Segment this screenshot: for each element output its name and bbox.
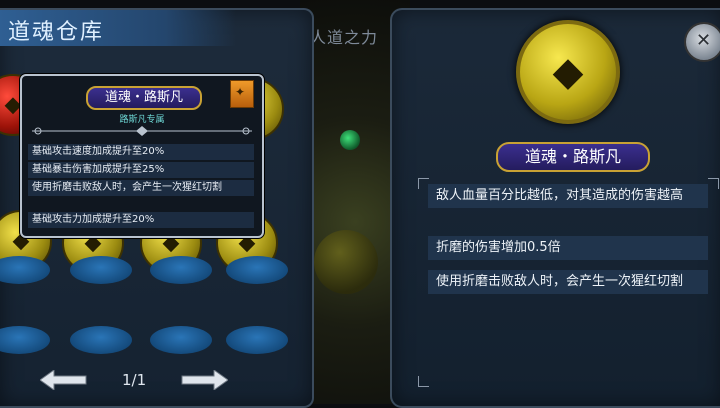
tooltip-effect: 使用折磨击败敌人时，会产生一次猩红切割 — [28, 180, 254, 196]
soul-tooltip: 道魂・路斯凡 ✦ 路斯凡专属 基础攻击速度加成提升至20% 基础暴击伤害加成提升… — [20, 74, 264, 238]
exclusive-badge: ✦ — [230, 80, 254, 108]
empty-soul-slot[interactable] — [150, 326, 212, 354]
detail-description: 折磨的伤害增加0.5倍 — [428, 236, 708, 260]
empty-soul-slot[interactable] — [70, 326, 132, 354]
empty-soul-slot[interactable] — [226, 326, 288, 354]
soul-emblem-icon: ◆ — [4, 92, 22, 118]
dimmed-soul-coin — [314, 230, 378, 294]
selected-soul-name: 道魂・路斯凡 — [496, 142, 650, 172]
tooltip-soul-name: 道魂・路斯凡 — [86, 86, 202, 110]
tooltip-effect: 基础攻击速度加成提升至20% — [28, 144, 254, 160]
empty-soul-slot[interactable] — [150, 256, 212, 284]
tooltip-effect: 基础攻击力加成提升至20% — [28, 212, 254, 228]
background-title: 人道之力 — [310, 28, 379, 47]
soul-emblem-icon: ◆ — [552, 49, 584, 95]
tooltip-effect: 基础暴击伤害加成提升至25% — [28, 162, 254, 178]
prev-page-button[interactable] — [39, 369, 88, 391]
page-indicator: 1/1 — [122, 371, 147, 389]
green-orb — [340, 130, 360, 150]
detail-description: 使用折磨击败敌人时，会产生一次猩红切割 — [428, 270, 708, 294]
empty-soul-slot[interactable] — [226, 256, 288, 284]
next-page-button[interactable] — [180, 369, 229, 391]
tooltip-subtitle: 路斯凡专属 — [119, 115, 165, 125]
close-icon: ✕ — [696, 30, 712, 51]
frame-corner — [418, 376, 429, 387]
empty-soul-slot[interactable] — [70, 256, 132, 284]
pager: 1/1 — [39, 368, 240, 394]
frame-corner — [708, 178, 719, 189]
arrow-right-icon — [181, 369, 229, 391]
arrow-left-icon — [39, 369, 87, 391]
close-button[interactable]: ✕ — [684, 22, 720, 62]
detail-description: 敌人血量百分比越低，对其造成的伤害越高 — [428, 184, 708, 208]
badge-emblem-icon: ✦ — [235, 85, 246, 99]
selected-soul-coin: ◆ — [516, 20, 620, 124]
ornament-divider — [32, 126, 252, 136]
warehouse-title: 道魂仓库 — [8, 20, 105, 45]
